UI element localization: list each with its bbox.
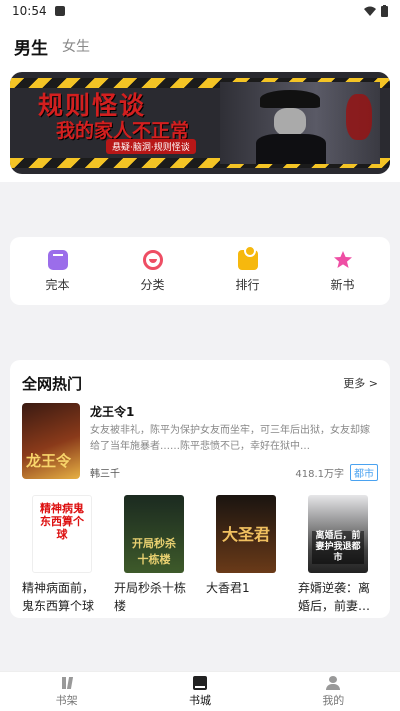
more-link[interactable]: 更多 >	[343, 375, 378, 391]
word-count: 418.1万字	[295, 469, 344, 480]
profile-icon	[326, 675, 341, 690]
featured-book[interactable]: 龙王令 龙王令1 女友被非礼，陈平为保护女友而坐牢，可三年后出狱，女友却嫁给了当…	[22, 403, 378, 481]
book-item[interactable]: 大圣君 大香君1	[206, 495, 286, 615]
book-cover: 离婚后，前妻护我退都市	[308, 495, 368, 573]
book-cover: 开局秒杀十栋楼	[124, 495, 184, 573]
book-description: 女友被非礼，陈平为保护女友而坐牢，可三年后出狱，女友却嫁给了当年施暴者……陈平悲…	[90, 425, 370, 452]
tab-male[interactable]: 男生	[14, 34, 48, 59]
book-title: 精神病面前，鬼东西算个球	[22, 581, 95, 613]
quick-nav-category[interactable]: 分类	[118, 249, 188, 293]
quick-nav-new[interactable]: 新书	[308, 250, 378, 293]
category-icon	[142, 249, 163, 270]
quick-nav-label: 排行	[235, 277, 260, 292]
book-cover: 精神病鬼东西算个球	[32, 495, 92, 573]
notification-icon	[54, 6, 65, 16]
book-cover: 大圣君	[216, 495, 276, 573]
quick-nav-label: 新书	[330, 277, 355, 292]
book-item[interactable]: 精神病鬼东西算个球 精神病面前，鬼东西算个球	[22, 495, 102, 615]
book-title: 龙王令1	[90, 405, 135, 419]
battery-icon	[381, 5, 388, 17]
banner-illustration	[220, 82, 380, 164]
quick-nav-label: 完本	[45, 277, 70, 292]
book-item[interactable]: 离婚后，前妻护我退都市 弃婿逆袭：离婚后，前妻…	[298, 495, 378, 615]
gender-tabs: 男生 女生	[0, 22, 400, 70]
quick-nav-completed[interactable]: 完本	[23, 249, 93, 293]
status-bar: 10:54	[0, 0, 400, 22]
tab-bookshelf[interactable]: 书架	[27, 676, 107, 708]
book-cover: 龙王令	[22, 403, 80, 479]
quick-nav-label: 分类	[140, 277, 165, 292]
tab-profile[interactable]: 我的	[293, 675, 373, 708]
book-title: 大香君1	[206, 581, 250, 595]
book-title: 弃婿逆袭：离婚后，前妻…	[298, 581, 371, 613]
bottom-tab-bar: 书架 书城 我的	[0, 671, 400, 711]
book-title: 开局秒杀十栋楼	[114, 581, 187, 613]
quick-nav-rank[interactable]: 排行	[213, 244, 283, 293]
book-icon	[47, 249, 68, 270]
book-grid: 精神病鬼东西算个球 精神病面前，鬼东西算个球 开局秒杀十栋楼 开局秒杀十栋楼 大…	[22, 495, 378, 615]
new-book-icon	[333, 250, 353, 270]
promo-banner[interactable]: 规则怪谈 我的家人不正常 悬疑·脑洞·规则怪谈	[10, 72, 390, 174]
tab-female[interactable]: 女生	[62, 36, 90, 56]
book-author: 韩三千	[90, 469, 120, 480]
banner-container: 规则怪谈 我的家人不正常 悬疑·脑洞·规则怪谈	[0, 70, 400, 182]
wifi-icon	[364, 6, 376, 16]
genre-tag: 都市	[350, 464, 378, 481]
banner-tagline: 悬疑·脑洞·规则怪谈	[106, 139, 196, 154]
section-title: 全网热门	[22, 374, 83, 393]
hot-section: 全网热门 更多 > 龙王令 龙王令1 女友被非礼，陈平为保护女友而坐牢，可三年后…	[10, 360, 390, 618]
tab-bookstore[interactable]: 书城	[160, 675, 240, 708]
bookshelf-icon	[60, 676, 74, 690]
rank-icon	[237, 244, 258, 270]
book-item[interactable]: 开局秒杀十栋楼 开局秒杀十栋楼	[114, 495, 194, 615]
status-time: 10:54	[12, 4, 47, 18]
quick-nav: 完本 分类 排行 新书	[10, 237, 390, 305]
bookstore-icon	[192, 675, 207, 690]
